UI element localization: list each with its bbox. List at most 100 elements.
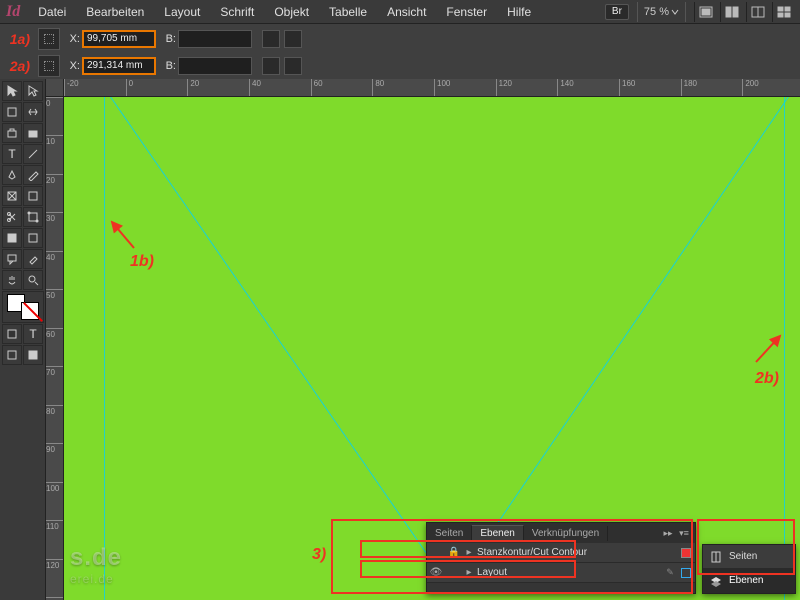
zoom-field[interactable]: 75 %	[637, 2, 686, 22]
ruler-h-tick: 180	[681, 79, 697, 96]
ruler-h-tick: 60	[311, 79, 323, 96]
tab-verknuepfungen[interactable]: Verknüpfungen	[524, 526, 608, 541]
pages-icon	[709, 550, 723, 564]
horizontal-ruler[interactable]: -20020406080100120140160180200220	[64, 79, 800, 97]
ruler-h-tick: 40	[249, 79, 261, 96]
annotation-1a: 1a)	[4, 31, 30, 47]
layer-color-swatch	[681, 568, 691, 578]
ruler-h-tick: 200	[742, 79, 758, 96]
note-tool[interactable]	[2, 249, 22, 269]
pencil-tool[interactable]	[23, 165, 43, 185]
ruler-v-tick: 70	[46, 366, 63, 377]
layer-row-stanzkontur[interactable]: 🔒 ▸ Stanzkontur/Cut Contour	[427, 543, 695, 563]
ruler-v-tick: 110	[46, 520, 63, 531]
constrain-icon[interactable]	[262, 30, 280, 48]
reference-point-widget-2[interactable]	[38, 55, 60, 77]
annotation-2b: 2b)	[755, 370, 779, 388]
menu-ansicht[interactable]: Ansicht	[379, 3, 434, 21]
menu-tabelle[interactable]: Tabelle	[321, 3, 375, 21]
b-input-1[interactable]	[178, 30, 252, 48]
panels-dock: Seiten Ebenen Verknüpfungen ▸▸ ▾≡ 🔒 ▸ St…	[426, 522, 796, 594]
ruler-origin[interactable]	[46, 79, 64, 97]
tools-panel: T T	[0, 79, 46, 600]
menu-hilfe[interactable]: Hilfe	[499, 3, 539, 21]
hand-tool[interactable]	[2, 270, 22, 290]
ruler-h-tick: 0	[126, 79, 133, 96]
layers-panel: Seiten Ebenen Verknüpfungen ▸▸ ▾≡ 🔒 ▸ St…	[426, 522, 696, 594]
x-label: X:	[66, 33, 80, 45]
reference-point-widget[interactable]	[38, 28, 60, 50]
b-label-2: B:	[162, 60, 176, 72]
gradient-feather-tool[interactable]	[23, 228, 43, 248]
annotation-3: 3)	[312, 546, 326, 564]
content-placer-tool[interactable]	[23, 123, 43, 143]
b-label: B:	[162, 33, 176, 45]
tab-seiten[interactable]: Seiten	[427, 526, 472, 541]
menu-bearbeiten[interactable]: Bearbeiten	[78, 3, 152, 21]
content-collector-tool[interactable]	[2, 123, 22, 143]
apply-text-icon[interactable]: T	[23, 324, 43, 344]
direct-selection-tool[interactable]	[23, 81, 43, 101]
constrain-icon-2[interactable]	[262, 57, 280, 75]
app-logo: Id	[6, 3, 20, 21]
layer-pen-icon: ✎	[663, 567, 677, 578]
disclosure-icon[interactable]: ▸	[463, 547, 475, 558]
ruler-v-tick: 10	[46, 135, 63, 146]
line-tool[interactable]	[23, 144, 43, 164]
disclosure-icon[interactable]: ▸	[463, 567, 475, 578]
side-item-seiten[interactable]: Seiten	[703, 545, 795, 569]
rectangle-tool[interactable]	[23, 186, 43, 206]
ruler-v-tick: 80	[46, 405, 63, 416]
x-label-2: X:	[66, 60, 80, 72]
eyedropper-tool[interactable]	[23, 249, 43, 269]
side-item-label: Seiten	[729, 551, 757, 562]
view-mode-2-icon[interactable]	[720, 2, 742, 22]
scale-icon[interactable]	[284, 30, 302, 48]
menu-fenster[interactable]: Fenster	[438, 3, 495, 21]
visibility-toggle[interactable]: 👁	[427, 567, 445, 578]
ruler-v-tick: 90	[46, 443, 63, 454]
tab-ebenen[interactable]: Ebenen	[472, 525, 523, 541]
scissors-tool[interactable]	[2, 207, 22, 227]
view-mode-1-icon[interactable]	[694, 2, 716, 22]
ruler-h-tick: 100	[434, 79, 450, 96]
b-input-2[interactable]	[178, 57, 252, 75]
ruler-h-tick: -20	[64, 79, 79, 96]
bridge-chip[interactable]: Br	[605, 4, 629, 20]
preview-view-icon[interactable]	[23, 345, 43, 365]
apply-color-icon[interactable]	[2, 324, 22, 344]
screen-mode-icon[interactable]	[746, 2, 768, 22]
scale-icon-2[interactable]	[284, 57, 302, 75]
menubar: Id Datei Bearbeiten Layout Schrift Objek…	[0, 0, 800, 24]
rectangle-frame-tool[interactable]	[2, 186, 22, 206]
menu-datei[interactable]: Datei	[30, 3, 74, 21]
lock-icon[interactable]: 🔒	[445, 547, 463, 558]
free-transform-tool[interactable]	[23, 207, 43, 227]
selection-tool[interactable]	[2, 81, 22, 101]
page-tool[interactable]	[2, 102, 22, 122]
gradient-swatch-tool[interactable]	[2, 228, 22, 248]
annotation-1b: 1b)	[130, 253, 154, 271]
layer-row-layout[interactable]: 👁 ▸ Layout ✎	[427, 563, 695, 583]
fill-stroke-swatch[interactable]	[2, 291, 44, 323]
layer-name: Layout	[475, 567, 663, 578]
arrow-2b	[752, 332, 786, 369]
menu-objekt[interactable]: Objekt	[266, 3, 317, 21]
arrange-icon[interactable]	[772, 2, 794, 22]
type-tool[interactable]: T	[2, 144, 22, 164]
menu-schrift[interactable]: Schrift	[212, 3, 262, 21]
side-item-label: Ebenen	[729, 575, 763, 586]
zoom-value: 75 %	[644, 6, 669, 18]
vertical-ruler[interactable]: 0102030405060708090100110120130	[46, 97, 64, 600]
x-input-1[interactable]	[82, 30, 156, 48]
ruler-h-tick: 120	[496, 79, 512, 96]
panel-menu-icon[interactable]: ▾≡	[677, 526, 691, 540]
menu-layout[interactable]: Layout	[156, 3, 208, 21]
panel-collapse-icon[interactable]: ▸▸	[661, 526, 675, 540]
x-input-2[interactable]	[82, 57, 156, 75]
zoom-tool[interactable]	[23, 270, 43, 290]
gap-tool[interactable]	[23, 102, 43, 122]
pen-tool[interactable]	[2, 165, 22, 185]
side-item-ebenen[interactable]: Ebenen	[703, 569, 795, 593]
normal-view-icon[interactable]	[2, 345, 22, 365]
